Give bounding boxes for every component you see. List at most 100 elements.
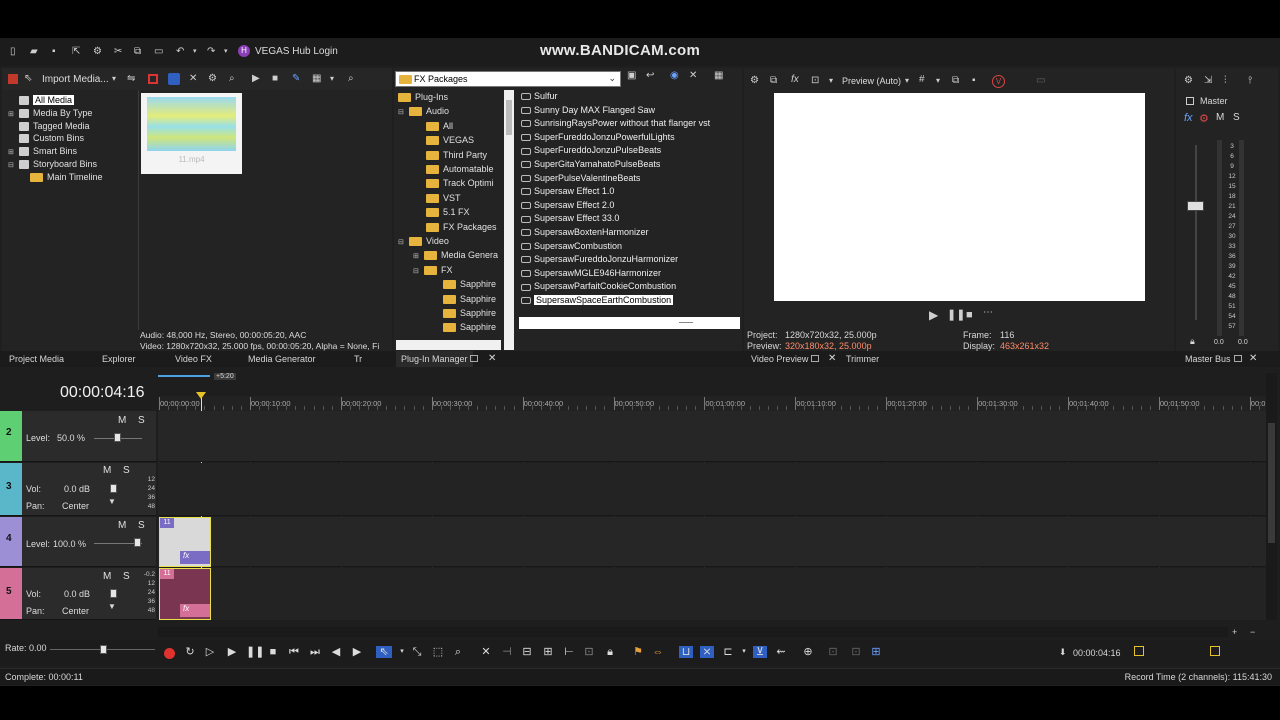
split-screen-icon[interactable]: ⊡: [811, 75, 819, 87]
tab-transitions[interactable]: Tr: [354, 353, 362, 365]
selection-end-icon[interactable]: [1210, 646, 1220, 656]
track-header-2[interactable]: 2 M S Level: 50.0 %: [0, 411, 156, 462]
stop-preview-icon[interactable]: ■: [272, 73, 278, 85]
zoom-tool-icon[interactable]: ⌕: [452, 646, 464, 658]
auto-crossfade-icon[interactable]: ⨯: [700, 646, 714, 658]
tree-video-fx[interactable]: FX: [441, 265, 453, 275]
selection-start-icon[interactable]: [1134, 646, 1144, 656]
master-automation-icon[interactable]: ⚙: [1199, 112, 1209, 125]
delete-icon[interactable]: ✕: [689, 70, 697, 82]
remove-from-group-icon[interactable]: ⊡: [850, 646, 862, 658]
play-icon[interactable]: ▶: [226, 646, 238, 658]
new-folder-icon[interactable]: ▣: [627, 70, 636, 82]
plugin-item[interactable]: SuperPulseValentineBeats: [521, 172, 640, 186]
zoom-in-icon[interactable]: +: [1232, 626, 1237, 638]
plugin-item-selected[interactable]: SupersawSpaceEarthCombustion: [521, 294, 674, 308]
stop-icon[interactable]: ■: [267, 646, 279, 658]
master-checkbox[interactable]: [1186, 97, 1194, 105]
view-grid-icon[interactable]: ▦: [714, 70, 723, 82]
marker-icon[interactable]: ⚑: [632, 646, 644, 658]
lock-envelopes-points-icon[interactable]: ⊻: [753, 646, 767, 658]
tab-media-generator[interactable]: Media Generator: [248, 353, 316, 365]
tree-item-main-timeline[interactable]: Main Timeline: [47, 172, 103, 182]
favorite-icon[interactable]: ◉: [670, 70, 679, 82]
track-level-knob[interactable]: [134, 538, 141, 547]
split-icon[interactable]: ⊞: [542, 646, 554, 658]
tree-item-all-media[interactable]: All Media: [33, 95, 75, 105]
tab-project-media[interactable]: Project Media: [9, 353, 64, 365]
preview-stop-icon[interactable]: ■: [966, 309, 973, 321]
preview-more-icon[interactable]: ⋯: [983, 307, 993, 319]
master-fader-knob[interactable]: [1187, 201, 1204, 211]
track-vol-knob[interactable]: [110, 484, 117, 493]
loop-region-bar[interactable]: [158, 375, 210, 377]
plugin-list-scrollbar[interactable]: [519, 317, 740, 329]
track-solo-button[interactable]: S: [123, 571, 130, 582]
save-icon[interactable]: ▪: [52, 46, 56, 58]
undo-dropdown-icon[interactable]: ▾: [193, 46, 197, 58]
track-solo-button[interactable]: S: [123, 465, 130, 476]
selection-tool-icon[interactable]: ⬚: [432, 646, 444, 658]
cut-icon[interactable]: ✂: [114, 46, 122, 58]
master-settings-icon[interactable]: ⚙: [1184, 75, 1193, 87]
tree-audio[interactable]: Audio: [426, 106, 449, 116]
tab-explorer[interactable]: Explorer: [102, 353, 136, 365]
master-eq-icon[interactable]: ⫶: [1224, 75, 1227, 87]
import-dropdown-arrow-icon[interactable]: ▾: [112, 73, 116, 85]
track-header-5[interactable]: 5 M S Vol: 0.0 dB Pan: Center ▼ -0.2 12 24…: [0, 568, 156, 620]
tree-fx-packages[interactable]: FX Packages: [443, 222, 497, 232]
tree-item-smart-bins[interactable]: Smart Bins: [33, 146, 77, 156]
pause-icon[interactable]: ❚❚: [246, 646, 264, 658]
plugin-item[interactable]: Supersaw Effect 2.0: [521, 199, 614, 213]
tree-vst[interactable]: VST: [443, 193, 461, 203]
master-lock-icon[interactable]: 🔒︎: [1190, 336, 1195, 347]
track-pan-arrow-icon[interactable]: ▼: [108, 602, 116, 611]
track-header-3[interactable]: 3 M S Vol: 0.0 dB Pan: Center ▼ 12 24 36 48: [0, 463, 156, 516]
search-icon[interactable]: ⌕: [348, 73, 354, 85]
render-icon[interactable]: ⇱: [72, 46, 80, 58]
track-mute-button[interactable]: M: [118, 415, 126, 426]
copy-icon[interactable]: ⧉: [134, 46, 141, 58]
ripple-dropdown-icon[interactable]: ▾: [738, 646, 750, 658]
ripple-edit-icon[interactable]: ⊏: [722, 646, 734, 658]
track-lane-5[interactable]: [158, 568, 1268, 620]
record-button-icon[interactable]: [164, 648, 175, 659]
play-preview-icon[interactable]: ▶: [252, 73, 260, 85]
tree-plugins[interactable]: Plug-Ins: [415, 92, 448, 102]
plugin-item[interactable]: SuperFureddoJonzuPulseBeats: [521, 144, 661, 158]
tab-master-bus[interactable]: Master Bus: [1185, 353, 1231, 365]
vegas-hub-icon[interactable]: H: [238, 45, 250, 57]
overlays-dropdown-icon[interactable]: ▾: [936, 75, 940, 87]
track-lane-2[interactable]: [158, 411, 1268, 462]
display-icon[interactable]: ▭: [1036, 75, 1045, 87]
nest-icon[interactable]: ⊞: [870, 646, 882, 658]
plugin-item[interactable]: Supersaw Effect 1.0: [521, 185, 614, 199]
replace-icon[interactable]: ⇋: [127, 73, 135, 85]
plugin-item[interactable]: Sunny Day MAX Flanged Saw: [521, 104, 655, 118]
preview-settings-icon[interactable]: ⚙: [750, 75, 759, 87]
search-media-icon[interactable]: ⌕: [229, 73, 235, 85]
tree-item-media-by-type[interactable]: Media By Type: [33, 108, 92, 118]
plugin-item[interactable]: SupersawFureddoJonzuHarmonizer: [521, 253, 678, 267]
copy-snapshot-icon[interactable]: ⧉: [952, 75, 959, 87]
track-level-knob[interactable]: [114, 433, 121, 442]
tree-item-storyboard-bins[interactable]: Storyboard Bins: [33, 159, 97, 169]
video-preview-float-icon[interactable]: [811, 355, 819, 362]
pointer-icon[interactable]: ⇖: [24, 73, 32, 85]
tree-audio-all[interactable]: All: [443, 121, 453, 131]
track-vol-knob[interactable]: [110, 589, 117, 598]
undo-icon[interactable]: ↶: [176, 46, 184, 58]
media-thumbnail-card[interactable]: 11.mp4: [141, 93, 242, 174]
tree-media-generators[interactable]: Media Genera: [441, 250, 498, 260]
edit-tool-dropdown-icon[interactable]: ▾: [396, 646, 408, 658]
tree-5-1-fx[interactable]: 5.1 FX: [443, 207, 470, 217]
timeline-hscrollbar[interactable]: [158, 627, 1228, 637]
track-solo-button[interactable]: S: [138, 415, 145, 426]
remove-media-icon[interactable]: [148, 74, 158, 84]
tab-video-preview[interactable]: Video Preview: [751, 353, 808, 365]
master-bus-close-icon[interactable]: ✕: [1249, 353, 1257, 364]
quality-dropdown-arrow-icon[interactable]: ▾: [905, 75, 909, 87]
tree-item-custom-bins[interactable]: Custom Bins: [33, 133, 84, 143]
trim-start-icon[interactable]: ⊣: [501, 646, 513, 658]
tree-vegas[interactable]: VEGAS: [443, 135, 474, 145]
